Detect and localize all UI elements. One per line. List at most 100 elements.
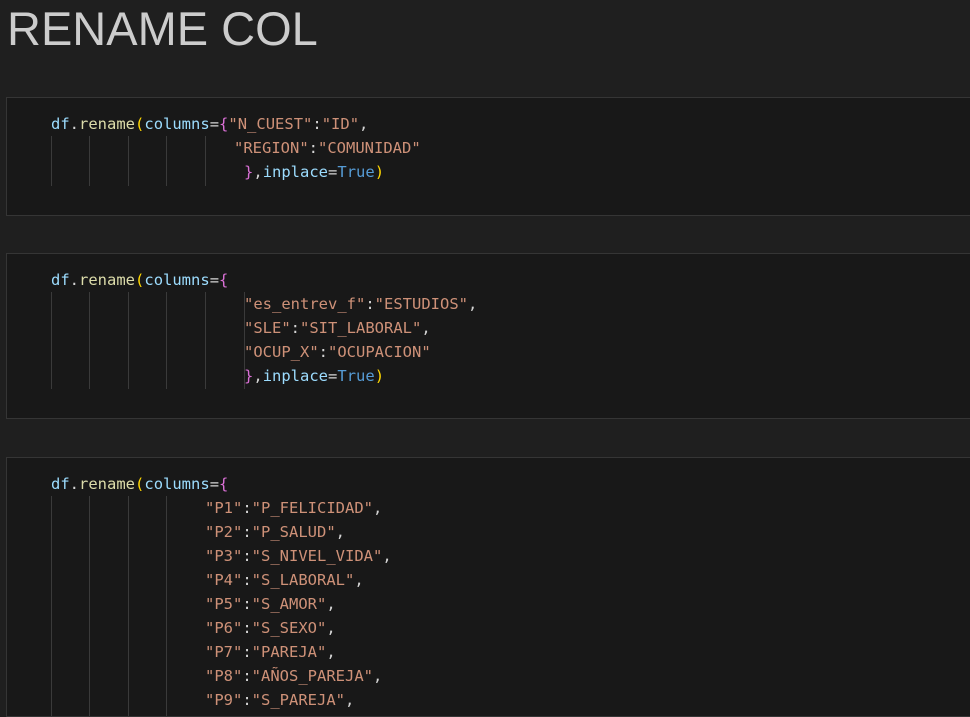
code-line: df.rename(columns={"N_CUEST":"ID", [51, 112, 368, 136]
code-token: True [337, 163, 375, 181]
code-token: , [326, 619, 336, 637]
code-token: columns [144, 271, 210, 289]
code-line: "P6":"S_SEXO", [205, 616, 336, 640]
code-token: "S_PAREJA" [251, 691, 345, 709]
code-token: "P6" [205, 619, 243, 637]
code-line: "P8":"AÑOS_PAREJA", [205, 664, 382, 688]
code-token: True [337, 367, 375, 385]
code-token: , [326, 595, 336, 613]
code-token: : [308, 139, 318, 157]
code-token: "S_NIVEL_VIDA" [251, 547, 383, 565]
indent-guide [128, 292, 129, 389]
code-token: = [209, 271, 220, 289]
code-token: "P2" [205, 523, 243, 541]
code-token: "SLE" [244, 319, 291, 337]
code-token: : [242, 547, 252, 565]
code-token: df [51, 115, 70, 133]
indent-guide [166, 496, 167, 716]
code-token: : [242, 667, 252, 685]
code-line: "es_entrev_f":"ESTUDIOS", [244, 292, 477, 316]
code-token: : [242, 691, 252, 709]
code-token: inplace [262, 367, 329, 385]
code-line: "P4":"S_LABORAL", [205, 568, 364, 592]
indent-guide [89, 496, 90, 716]
code-token: { [219, 115, 229, 133]
code-line: "P5":"S_AMOR", [205, 592, 336, 616]
code-token: = [328, 367, 338, 385]
code-cell-2[interactable]: df.rename(columns={ "es_entrev_f":"ESTUDI… [6, 253, 970, 419]
code-cell-1[interactable]: df.rename(columns={"N_CUEST":"ID", "REGIO… [6, 97, 970, 216]
code-token: columns [144, 115, 210, 133]
indent-guide [128, 496, 129, 716]
code-token: "PAREJA" [251, 643, 327, 661]
code-token: ( [135, 475, 145, 493]
code-token: rename [79, 475, 136, 493]
code-token: "S_LABORAL" [251, 571, 355, 589]
code-token: "P3" [205, 547, 243, 565]
code-token: "S_SEXO" [251, 619, 327, 637]
indent-guide [51, 292, 52, 389]
code-token: "P_FELICIDAD" [251, 499, 373, 517]
code-token: "P4" [205, 571, 243, 589]
code-token: , [468, 295, 478, 313]
code-line: "SLE":"SIT_LABORAL", [244, 316, 431, 340]
code-token: , [335, 523, 346, 541]
code-token: ( [135, 115, 145, 133]
indent-guide [166, 136, 167, 186]
code-token: : [242, 595, 252, 613]
code-token: : [318, 343, 328, 361]
indent-guide [89, 136, 90, 186]
code-token: "P5" [205, 595, 243, 613]
code-token: "N_CUEST" [228, 115, 313, 133]
code-token: "ID" [321, 115, 360, 133]
code-token: : [312, 115, 322, 133]
code-line: },inplace=True) [244, 364, 384, 388]
code-token: "ESTUDIOS" [374, 295, 468, 313]
indent-guide [128, 136, 129, 186]
code-token: , [421, 319, 431, 337]
code-token: = [209, 115, 220, 133]
indent-guide [166, 292, 167, 389]
code-token: "P9" [205, 691, 243, 709]
code-line: "P3":"S_NIVEL_VIDA", [205, 544, 392, 568]
code-token: , [359, 115, 369, 133]
code-token: ) [374, 163, 385, 181]
code-token: "S_AMOR" [251, 595, 327, 613]
code-token: "P7" [205, 643, 243, 661]
code-line: "P9":"S_PAREJA", [205, 688, 354, 712]
code-token: { [219, 271, 229, 289]
code-token: } [244, 163, 254, 181]
indent-guide [89, 292, 90, 389]
code-token: ) [374, 367, 385, 385]
code-token: : [242, 643, 252, 661]
code-token: , [326, 643, 336, 661]
code-token: "COMUNIDAD" [318, 139, 421, 157]
code-line: df.rename(columns={ [51, 268, 228, 292]
code-token: rename [79, 115, 136, 133]
code-token: "P1" [205, 499, 243, 517]
code-token: "P_SALUD" [251, 523, 336, 541]
code-cell-3[interactable]: df.rename(columns={"P1":"P_FELICIDAD", "P… [6, 457, 970, 717]
code-line: "REGION":"COMUNIDAD" [234, 136, 421, 160]
markdown-heading: RENAME COL [7, 2, 318, 55]
code-token: "OCUP_X" [244, 343, 319, 361]
indent-guide [51, 496, 52, 716]
code-line: "OCUP_X":"OCUPACION" [244, 340, 431, 364]
code-token: : [290, 319, 301, 337]
code-token: : [242, 571, 252, 589]
code-token: , [354, 571, 364, 589]
indent-guide [205, 292, 206, 389]
code-line: "P7":"PAREJA", [205, 640, 336, 664]
code-token: . [69, 271, 80, 289]
code-token: : [242, 523, 252, 541]
indent-guide [51, 136, 52, 186]
code-token: rename [79, 271, 136, 289]
code-token: inplace [262, 163, 329, 181]
code-token: "OCUPACION" [328, 343, 431, 361]
code-token: = [328, 163, 338, 181]
code-token: "AÑOS_PAREJA" [251, 667, 373, 685]
code-token: : [242, 499, 252, 517]
code-token: } [244, 367, 254, 385]
code-token: : [242, 619, 252, 637]
code-token: "P8" [205, 667, 243, 685]
